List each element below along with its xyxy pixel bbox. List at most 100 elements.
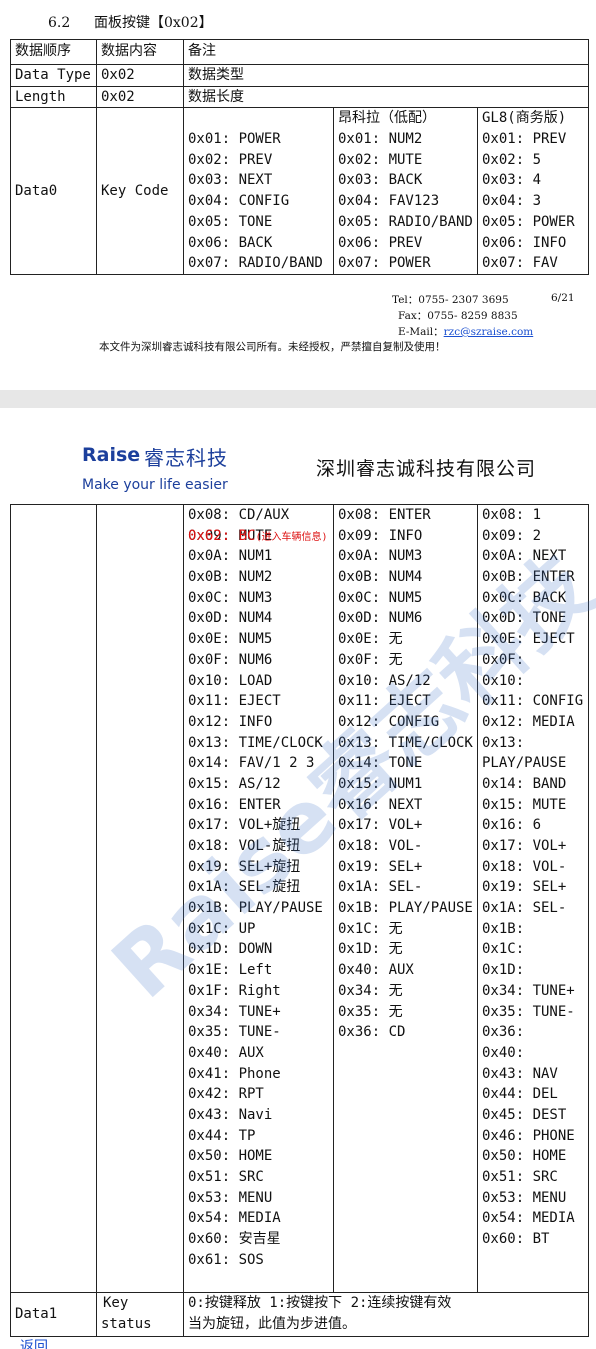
data1-note-line2: 当为旋钮，此值为步进值。 [188, 1315, 356, 1332]
footer-page-number: 6/21 [551, 292, 575, 304]
key-code-item: 0x1A: SEL- [338, 879, 423, 896]
key-code-item: 0x1B: [482, 920, 525, 937]
logo-text-cn: 睿志科技 [144, 446, 228, 470]
key-code-item: 0x19: SEL+旋扭 [188, 858, 301, 875]
key-code-item: 0x0C: NUM5 [338, 589, 423, 606]
key-code-item: 0x16: 6 [482, 817, 542, 834]
key-code-item: 0x0E: 无 [338, 631, 403, 648]
key-code-item: 0x11: EJECT [188, 693, 281, 710]
key-code-item: 0x1C: [482, 941, 525, 958]
key-code-item: 0x05: RADIO/BAND [338, 213, 473, 230]
key-code-item: 0x0D: NUM4 [188, 610, 273, 627]
key-code-item: 0x0B: ENTER [482, 569, 575, 586]
key-code-item: 0x02: PREV [188, 151, 273, 168]
data1-note-line1: 0:按键释放 1:按键按下 2:连续按键有效 [188, 1295, 452, 1311]
encore-items: 0x01: NUM2 0x02: MUTE 0x03: BACK 0x04: FAV1… [338, 129, 473, 271]
key-code-item: 0x35: TUNE- [188, 1024, 281, 1041]
key-code-item: 0x12: MEDIA [482, 713, 575, 730]
key-code-item: 0x19: SEL+ [338, 858, 423, 875]
data1-value-line2: status [101, 1315, 152, 1332]
key-code-item: 0x04: 3 [482, 193, 542, 210]
key-code-item: 0x18: VOL- [482, 858, 567, 875]
key-code-item: 0x13: TIME/CLOCK [188, 734, 323, 751]
key-code-item: 0x34: 无 [338, 982, 403, 999]
key-code-item: 0x1B: PLAY/PAUSE [338, 900, 473, 917]
cont-key-list-gl8: 0x08: 1 0x09: 2 0x0A: NEXT 0x0B: ENTER 0x0C:… [482, 506, 584, 1250]
key-code-item: 0x17: VOL+ [482, 838, 567, 854]
key-code-item: 0x11: CONFIG [482, 693, 584, 710]
key-code-item: 0x34: TUNE+ [188, 1003, 281, 1020]
key-code-item: 0x1F: Right [188, 982, 281, 999]
key-code-item: 0x08: CD/AUX [188, 507, 290, 523]
cont-col-encore: 0x08: ENTER 0x09: INFO 0x0A: NUM3 0x0B: NUM… [333, 504, 478, 1293]
key-list-encore: 昂科拉（低配） 0x01: NUM2 0x02: MUTE 0x03: BACK 0x… [338, 109, 473, 271]
key-code-table-continued: 0x08: CD/AUX 0x09: MUTE 0x0A: NUM1 0x0B: NU… [10, 504, 589, 1337]
row-data1-name: Data1 [10, 1292, 97, 1337]
key-code-item: 0x16: NEXT [338, 796, 423, 813]
key-code-item: 0x34: TUNE+ [482, 982, 575, 999]
header-data-order: 数据顺序 [10, 39, 97, 65]
key-code-item: 0x06: PREV [338, 234, 423, 251]
key-code-item: 0x15: MUTE [482, 796, 567, 813]
gl8-items: 0x01: PREV 0x02: 5 0x03: 4 0x04: 3 0x05: POW… [482, 129, 584, 271]
key-code-item: 0x1C: UP [188, 920, 256, 937]
key-code-item: 0x03: NEXT [188, 172, 273, 189]
key-code-item: 0x0F: NUM6 [188, 651, 273, 668]
key-code-item: 0x05: TONE [188, 213, 273, 230]
key-code-item: 0x44: DEL [482, 1086, 558, 1103]
key-code-item: 0x12: INFO [188, 713, 273, 730]
encore-header: 昂科拉（低配） [338, 110, 436, 127]
key-code-item: 0x44: TP [188, 1127, 256, 1144]
footer-fax: Fax：0755- 8259 8835 [398, 310, 518, 322]
key-code-item: 0x1D: DOWN [188, 941, 273, 958]
cont-empty-value [96, 504, 184, 1293]
key-code-item: 0x0D: TONE [482, 610, 567, 627]
key-code-item: 0x07: FAV [482, 255, 558, 272]
key-code-item: 0x45: DEST [482, 1106, 567, 1123]
bc-key-note: (进入车辆信息) [255, 531, 328, 543]
company-name: 深圳睿志诚科技有限公司 [316, 458, 537, 480]
cont-col-gl8: 0x08: 1 0x09: 2 0x0A: NEXT 0x0B: ENTER 0x0C:… [477, 504, 589, 1293]
gl8-header: GL8(商务版) [482, 110, 567, 127]
back-link[interactable]: 返回 [20, 1336, 48, 1349]
key-code-item: 0x07: POWER [338, 255, 431, 272]
email-link[interactable]: rzc@szraise.com [444, 326, 534, 338]
data0-col-default: 0x01: POWER 0x02: PREV 0x03: NEXT 0x04: CON… [183, 107, 334, 276]
key-code-item: 0x1E: Left [188, 962, 273, 979]
row-length-value: 0x02 [96, 85, 184, 109]
key-code-item: 0x0E: EJECT [482, 631, 575, 648]
key-code-item: 0x15: AS/12 [188, 775, 281, 792]
key-code-item: 0x51: SRC [188, 1169, 264, 1185]
key-code-item: 0x36: CD [338, 1024, 406, 1041]
key-code-item: 0x08: ENTER [338, 507, 431, 523]
key-code-item: 0x0F: 无 [338, 651, 403, 668]
key-code-item: 0x43: Navi [188, 1106, 273, 1123]
key-code-item: 0x09: 2 [482, 527, 542, 544]
footer-copyright: 本文件为深圳睿志诚科技有限公司所有。未经授权，严禁擅自复制及使用！ [99, 341, 446, 353]
key-code-item: 0x1A: SEL-旋扭 [188, 879, 301, 896]
key-code-item: 0x13: [482, 734, 525, 751]
key-code-item: 0x42: RPT [188, 1086, 264, 1103]
row-length-name: Length [10, 85, 97, 109]
section-title: 面板按键【0x02】 [94, 15, 213, 31]
row-data1-value: Key status [96, 1292, 184, 1337]
key-code-item: 0x02: 5 [482, 151, 542, 168]
key-code-item: 0x07: RADIO/BAND [188, 255, 323, 272]
logo-slogan: Make your life easier [82, 477, 228, 493]
key-code-item: 0x1D: [482, 962, 525, 979]
key-code-item: 0x08: 1 [482, 507, 542, 523]
key-code-item: 0x36: [482, 1024, 525, 1041]
key-code-item: 0x41: Phone [188, 1065, 281, 1082]
key-code-item: 0x06: INFO [482, 234, 567, 251]
key-code-item: 0x60: BT [482, 1231, 550, 1248]
key-code-item: 0x1C: 无 [338, 920, 403, 937]
key-code-item: 0x0C: BACK [482, 589, 567, 606]
row-length-note: 数据长度 [182, 85, 590, 109]
key-code-item: 0x19: SEL+ [482, 879, 567, 896]
row-type-name: Data Type [10, 64, 97, 87]
key-code-item: 0x51: SRC [482, 1169, 558, 1185]
cont-default-items: 0x08: CD/AUX 0x09: MUTE 0x0A: NUM1 0x0B: NU… [188, 506, 329, 1268]
key-code-item: 0x40: AUX [338, 962, 414, 979]
key-code-item: 0x0F: [482, 651, 525, 668]
key-code-item: 0x40: [482, 1044, 525, 1061]
